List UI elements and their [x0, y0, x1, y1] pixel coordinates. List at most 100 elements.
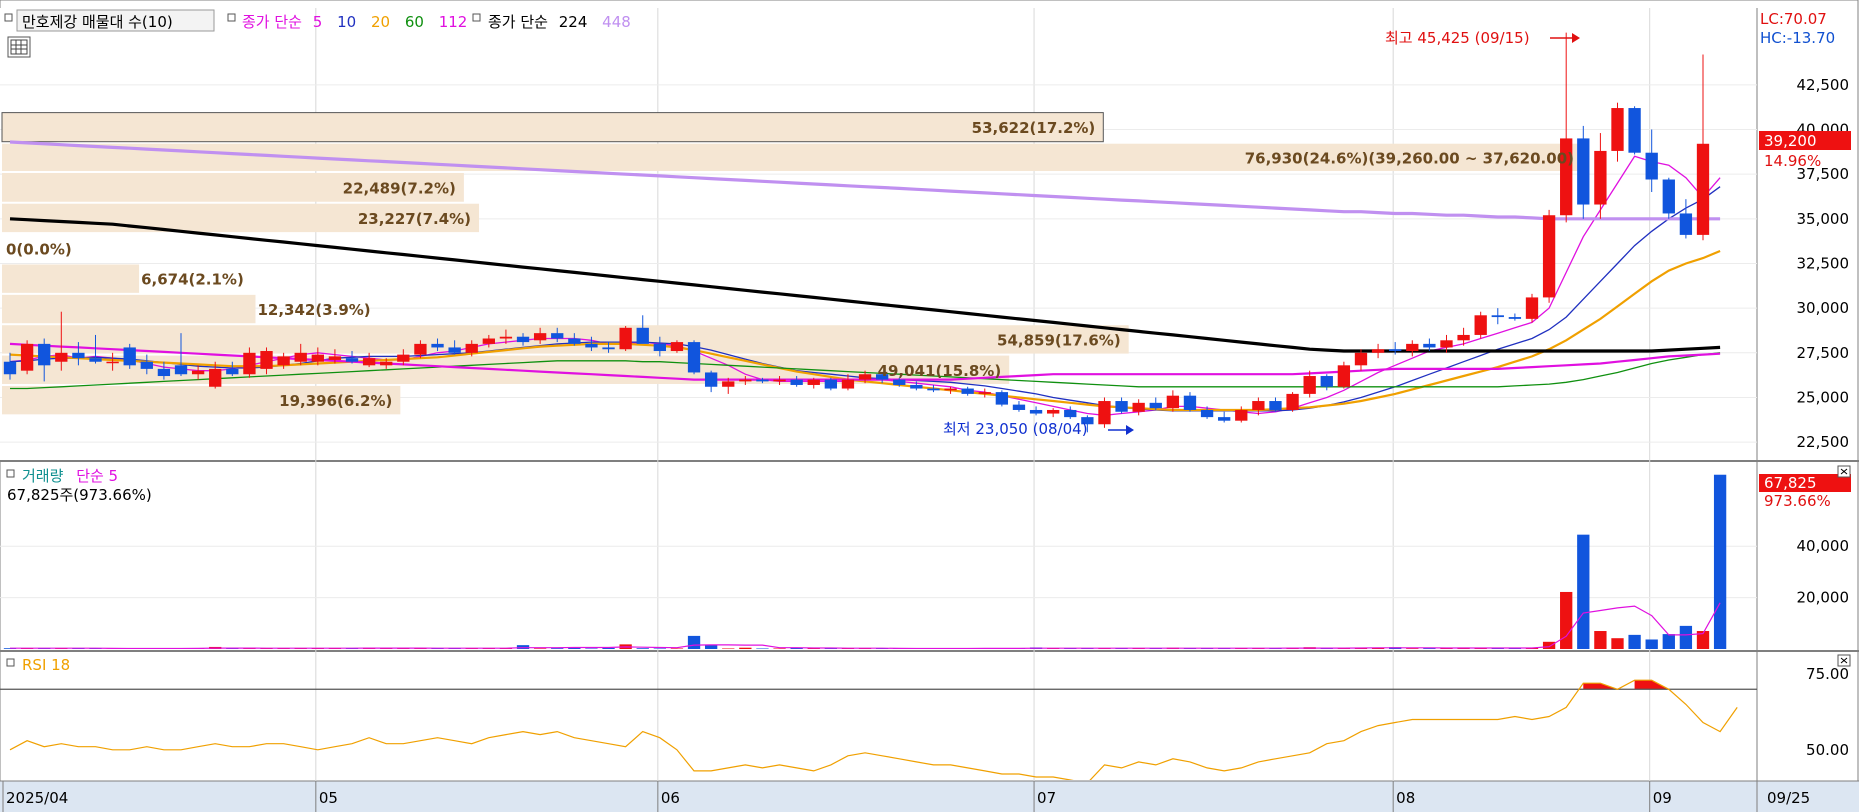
ma-long-legend-square-icon[interactable] [472, 13, 481, 22]
volume-bar [533, 648, 547, 649]
candle-body [431, 343, 444, 348]
candle-body [602, 347, 615, 350]
volume-bar [773, 648, 786, 649]
x-axis-bar[interactable] [0, 781, 1859, 812]
volume-close-icon[interactable] [1837, 465, 1851, 478]
candle-body [106, 361, 119, 364]
candle-body [1012, 404, 1026, 410]
ma-legend-60: 60 [405, 13, 424, 31]
x-axis-label: 2025/04 [6, 789, 68, 807]
rsi-title[interactable]: RSI 18 [22, 656, 70, 674]
candle-body [944, 388, 957, 391]
candle-body [1628, 108, 1641, 153]
candle-body [380, 361, 393, 366]
volume-profile-bar [1, 112, 1104, 143]
current-price: 39,200 [1764, 132, 1817, 150]
candle-body [807, 379, 820, 385]
candle-body [910, 384, 923, 389]
candle-body [1098, 401, 1111, 425]
volume-ma-label: 단순 5 [76, 467, 118, 485]
ma-legend-square-icon[interactable] [227, 13, 236, 22]
candle-body [1491, 315, 1504, 318]
candle-body [636, 327, 649, 344]
high-annotation: 최고 45,425 (09/15) [1385, 29, 1530, 47]
candle-body [790, 379, 803, 385]
x-axis-label: 07 [1037, 789, 1056, 807]
candle-body [1662, 179, 1675, 214]
table-icon[interactable] [7, 36, 31, 58]
volume-bar [1542, 641, 1556, 649]
volume-current-value: 67,825 [1764, 474, 1817, 492]
candle-body [55, 352, 68, 362]
volume-bar [670, 648, 684, 649]
low-annotation: 최저 23,050 (08/04) [943, 420, 1088, 438]
x-axis-label: 06 [661, 789, 680, 807]
x-axis-label: 08 [1396, 789, 1415, 807]
ma-legend-20: 20 [371, 13, 390, 31]
ma-long-legend[interactable]: 종가 단순 224 448 [488, 13, 631, 31]
volume-legend-square-icon[interactable] [6, 469, 15, 478]
volume-bar [1611, 638, 1624, 649]
volume-bar [585, 648, 598, 649]
volume-profile-label: 23,227(7.4%) [358, 210, 471, 228]
candle-body [20, 343, 34, 371]
volume-profile-label: 54,859(17.6%) [997, 331, 1121, 349]
volume-bar [1713, 474, 1727, 649]
ma-legend-224: 224 [559, 13, 588, 31]
candle-body [89, 358, 102, 362]
rsi-close-icon[interactable] [1837, 654, 1851, 667]
candle-body [1235, 409, 1248, 421]
candle-body [1029, 409, 1043, 414]
candle-body [1679, 213, 1693, 235]
volume-profile-label: 76,930(24.6%)(39,260.00 ~ 37,620.00) [1245, 149, 1574, 167]
lc-label: LC:70.07 [1760, 10, 1827, 28]
volume-profile-bar [2, 325, 1129, 354]
candle-body [38, 343, 51, 366]
candle-body [653, 343, 666, 352]
current-change: 14.96% [1764, 152, 1821, 170]
volume-profile-bar [2, 264, 140, 293]
volume-bar [739, 647, 752, 649]
candle-body [191, 370, 205, 375]
candle-body [243, 352, 256, 375]
volume-profile-label: 19,396(6.2%) [279, 392, 392, 410]
candle-body [1389, 349, 1402, 352]
x-axis-label: 09 [1653, 789, 1672, 807]
volume-bar [551, 648, 564, 649]
candle-body [568, 338, 581, 344]
volume-profile-bar [2, 294, 256, 324]
price-axis-label: 32,500 [1797, 254, 1850, 272]
candle-body [397, 354, 410, 362]
candle-body [72, 352, 85, 359]
volume-bar [636, 648, 649, 649]
candle-body [1577, 138, 1590, 205]
candle-body [260, 351, 273, 369]
volume-bar [1679, 625, 1693, 649]
candle-body [1337, 365, 1351, 387]
volume-current-label: 67,825주(973.66%) [7, 486, 152, 504]
volume-profile-label: 0(0.0%) [6, 240, 72, 258]
candle-body [858, 374, 872, 380]
rsi-legend-square-icon[interactable] [6, 658, 15, 667]
candle-body [209, 368, 222, 387]
settings-square-icon[interactable] [4, 13, 13, 22]
volume-bar [1560, 591, 1573, 649]
candle-body [1320, 376, 1333, 387]
candle-body [893, 379, 906, 385]
candle-body [1269, 401, 1282, 410]
volume-bar [687, 635, 701, 649]
candle-body [294, 352, 307, 362]
candle-body [1611, 108, 1624, 151]
volume-bar [1594, 631, 1607, 649]
candle-body [619, 327, 632, 350]
candle-body [687, 342, 701, 373]
candle-body [1423, 343, 1436, 348]
candle-body [773, 379, 786, 382]
candle-body [756, 379, 769, 382]
volume-bar [602, 647, 615, 649]
volume-axis-label: 40,000 [1797, 537, 1850, 555]
price-axis-label: 35,000 [1797, 210, 1850, 228]
candle-body [1166, 395, 1180, 409]
candle-body [465, 343, 478, 353]
stock-chart[interactable]: 53,622(17.2%) 76,930(24.6%)(39,260.00 ~ 3… [0, 0, 1859, 812]
